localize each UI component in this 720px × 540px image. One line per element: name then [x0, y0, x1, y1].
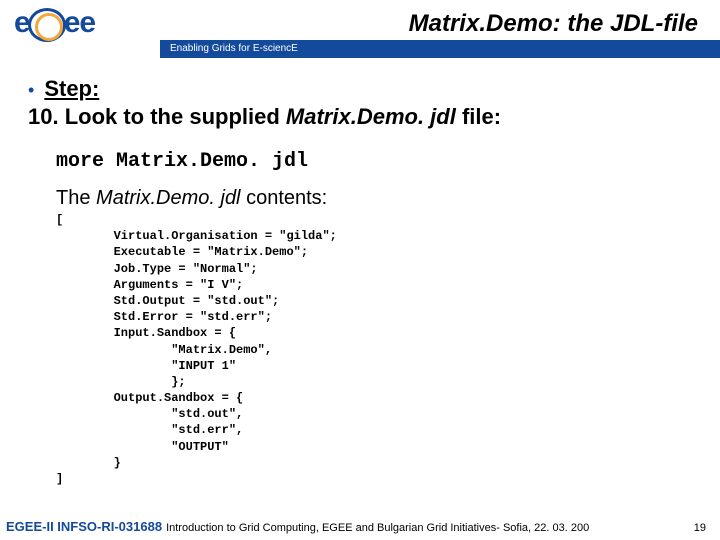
footer-caption: Introduction to Grid Computing, EGEE and… [166, 522, 589, 534]
bullet-icon: • [22, 81, 34, 99]
slide-content: • Step: 10. Look to the supplied Matrix.… [0, 70, 720, 510]
footer-project: EGEE-II INFSO-RI-031688 [6, 519, 162, 534]
contents-prefix: The [56, 187, 96, 209]
logo-globe-icon [28, 8, 66, 42]
step-description: 10. Look to the supplied Matrix.Demo. jd… [28, 104, 698, 130]
slide-header: e ee Matrix.Demo: the JDL-file Enabling … [0, 0, 720, 60]
command-line: more Matrix.Demo. jdl [56, 150, 698, 173]
contents-suffix: contents: [241, 187, 328, 209]
jdl-code-block: [ Virtual.Organisation = "gilda"; Execut… [56, 212, 698, 487]
step-bullet: • Step: [22, 76, 698, 102]
slide: e ee Matrix.Demo: the JDL-file Enabling … [0, 0, 720, 540]
slide-footer: EGEE-II INFSO-RI-031688 Introduction to … [0, 519, 720, 534]
logo-letter-ee: ee [64, 6, 95, 40]
page-number: 19 [694, 522, 706, 534]
contents-label: The Matrix.Demo. jdl contents: [56, 187, 698, 210]
step-number-text: 10. Look to the supplied [28, 104, 286, 129]
tagline-band: Enabling Grids for E-sciencE [160, 40, 720, 58]
step-label: Step: [44, 76, 99, 102]
contents-filename: Matrix.Demo. jdl [96, 187, 240, 209]
step-filename: Matrix.Demo. jdl [286, 104, 456, 129]
egee-logo: e ee [14, 6, 95, 40]
slide-title: Matrix.Demo: the JDL-file [409, 10, 698, 38]
step-tail: file: [456, 104, 501, 129]
